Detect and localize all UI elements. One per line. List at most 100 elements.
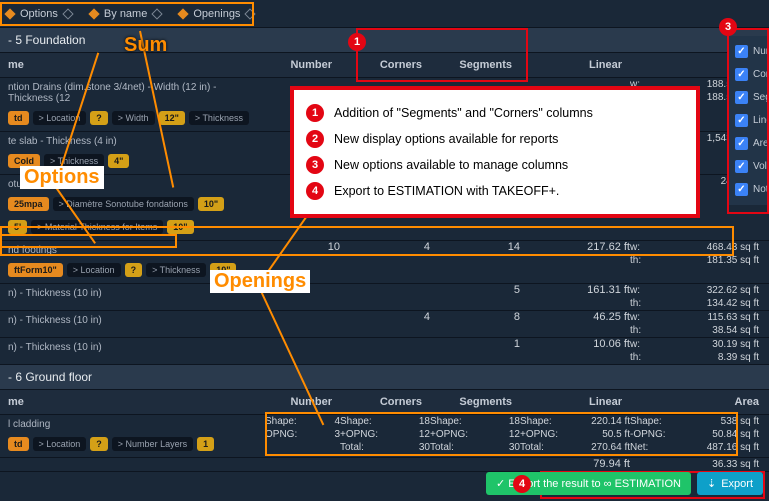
- column-toggle[interactable]: ✓Are: [733, 132, 765, 155]
- callout-text: Addition of "Segments" and "Corners" col…: [334, 106, 593, 120]
- tag[interactable]: 4": [108, 154, 129, 168]
- diamond-icon: [88, 8, 99, 19]
- checkbox-icon: ✓: [735, 114, 748, 127]
- tag-row: td > Location? > Number Layers 1: [0, 434, 265, 457]
- chk-label: Seg: [753, 92, 769, 103]
- checkbox-icon: ✓: [735, 160, 748, 173]
- tag[interactable]: 10": [167, 220, 193, 234]
- tag[interactable]: ?: [125, 263, 143, 277]
- col-number[interactable]: Number: [265, 53, 340, 77]
- tag[interactable]: > Number Layers: [112, 437, 193, 451]
- item-desc: nd footings: [0, 241, 265, 260]
- tag[interactable]: > Location: [33, 111, 87, 125]
- col-number[interactable]: Number: [265, 390, 340, 414]
- filter-options[interactable]: Options: [6, 8, 72, 20]
- column-toggle[interactable]: ✓Volu: [733, 155, 765, 178]
- tag[interactable]: 12": [159, 111, 185, 125]
- diamond-empty-icon: [152, 8, 163, 19]
- col-name[interactable]: me: [0, 390, 265, 414]
- diamond-icon: [4, 8, 15, 19]
- tag[interactable]: > Width: [112, 111, 155, 125]
- cell-segments: 1: [430, 338, 520, 364]
- tag[interactable]: 25mpa: [8, 197, 49, 211]
- badge-1: 1: [348, 33, 366, 51]
- tag[interactable]: > Location: [33, 437, 87, 451]
- button-label: Export: [721, 478, 753, 490]
- cell-area: w:322.62 sq ftth:134.42 sq ft: [630, 284, 769, 310]
- cell-corners: 4: [340, 311, 430, 337]
- diamond-empty-icon: [245, 8, 256, 19]
- export-button[interactable]: ⇣ Export: [697, 472, 763, 495]
- col-corners[interactable]: Corners: [340, 390, 430, 414]
- tag[interactable]: > Material Thickness for Items: [31, 220, 163, 234]
- tag[interactable]: ?: [90, 111, 108, 125]
- column-options-panel: ✓Num✓Corn✓Seg✓Line✓Are✓Volu✓Note: [729, 36, 769, 205]
- col-linear[interactable]: Linear: [520, 53, 630, 77]
- item-desc: n) - Thickness (10 in): [0, 311, 265, 330]
- column-toggle[interactable]: ✓Num: [733, 40, 765, 63]
- annotation-options: Options: [20, 166, 104, 189]
- num-badge: 3: [306, 156, 324, 174]
- tag[interactable]: 5': [8, 220, 27, 234]
- tag[interactable]: td: [8, 111, 29, 125]
- tag[interactable]: ftForm10": [8, 263, 63, 277]
- tag-row: 25mpa > Diamètre Sonotube fondations 10": [0, 194, 265, 217]
- section-header-foundation[interactable]: - 5 Foundation: [0, 28, 769, 53]
- cell-linear: 217.62 ft: [520, 241, 630, 283]
- tag[interactable]: ?: [90, 437, 108, 451]
- filter-openings[interactable]: Openings: [179, 8, 254, 20]
- column-toggle[interactable]: ✓Line: [733, 109, 765, 132]
- chk-label: Are: [753, 138, 769, 149]
- cell-segments: 5: [430, 284, 520, 310]
- cell-area: w:468.43 sq ftth:181.35 sq ft: [630, 241, 769, 283]
- col-area[interactable]: Area: [630, 390, 769, 414]
- table-row[interactable]: n) - Thickness (10 in) 5 161.31 ft w:322…: [0, 284, 769, 311]
- section-header-ground[interactable]: - 6 Ground floor: [0, 365, 769, 390]
- badge-3: 3: [719, 18, 737, 36]
- checkbox-icon: ✓: [735, 183, 748, 196]
- cell-segments: Shape:18+OPNG:12Total:30: [430, 415, 520, 457]
- column-toggle[interactable]: ✓Corn: [733, 63, 765, 86]
- cell-corners: Shape:18+OPNG:12Total:30: [340, 415, 430, 457]
- col-corners[interactable]: Corners: [340, 53, 430, 77]
- item-desc: n) - Thickness (10 in): [0, 338, 265, 357]
- table-row[interactable]: nd footings ftForm10" > Location?> Thickn…: [0, 241, 769, 284]
- column-header-row: me Number Corners Segments Linear Area: [0, 390, 769, 415]
- tag[interactable]: 1: [197, 437, 214, 451]
- num-badge: 4: [306, 182, 324, 200]
- download-icon: ⇣: [707, 477, 716, 490]
- col-linear[interactable]: Linear: [520, 390, 630, 414]
- tag-row: 5' > Material Thickness for Items 10": [0, 217, 265, 240]
- chk-label: Volu: [753, 161, 769, 172]
- tag[interactable]: > Thickness: [146, 263, 206, 277]
- tag[interactable]: > Diamètre Sonotube fondations: [53, 197, 194, 211]
- col-segments[interactable]: Segments: [430, 53, 520, 77]
- table-row[interactable]: n) - Thickness (10 in) 4 8 46.25 ft w:11…: [0, 311, 769, 338]
- tag-row: td > Location? > Width 12" > Thickness: [0, 108, 265, 131]
- checkbox-icon: ✓: [735, 137, 748, 150]
- item-desc: te slab - Thickness (4 in): [0, 132, 265, 151]
- table-row[interactable]: l cladding td> Location?> Number Layers1…: [0, 415, 769, 458]
- column-header-row: me Number Corners Segments Linear Are: [0, 53, 769, 78]
- tag[interactable]: > Location: [67, 263, 121, 277]
- col-segments[interactable]: Segments: [430, 390, 520, 414]
- cell-linear: 161.31 ft: [520, 284, 630, 310]
- cell-corners: [340, 338, 430, 364]
- diamond-empty-icon: [62, 8, 73, 19]
- callout-item: 1Addition of "Segments" and "Corners" co…: [306, 100, 684, 126]
- column-toggle[interactable]: ✓Note: [733, 178, 765, 201]
- cell-area: w:115.63 sq ftth:38.54 sq ft: [630, 311, 769, 337]
- cell-number: [265, 311, 340, 337]
- tag[interactable]: > Thickness: [189, 111, 249, 125]
- filter-byname[interactable]: By name: [90, 8, 161, 20]
- annotation-openings: Openings: [210, 270, 310, 293]
- tag[interactable]: td: [8, 437, 29, 451]
- cell-area: Shape:538 sq ft-OPNG:50.84 sq ftNet:487.…: [630, 415, 769, 457]
- chk-label: Corn: [753, 69, 769, 80]
- callout-text: Export to ESTIMATION with TAKEOFF+.: [334, 184, 559, 198]
- tag[interactable]: 10": [198, 197, 224, 211]
- table-row[interactable]: n) - Thickness (10 in) 1 10.06 ft w:30.1…: [0, 338, 769, 365]
- column-toggle[interactable]: ✓Seg: [733, 86, 765, 109]
- cell-number: [265, 458, 340, 471]
- cell-linear: Shape:220.14 ft+OPNG:50.5 ftTotal:270.64…: [520, 415, 630, 457]
